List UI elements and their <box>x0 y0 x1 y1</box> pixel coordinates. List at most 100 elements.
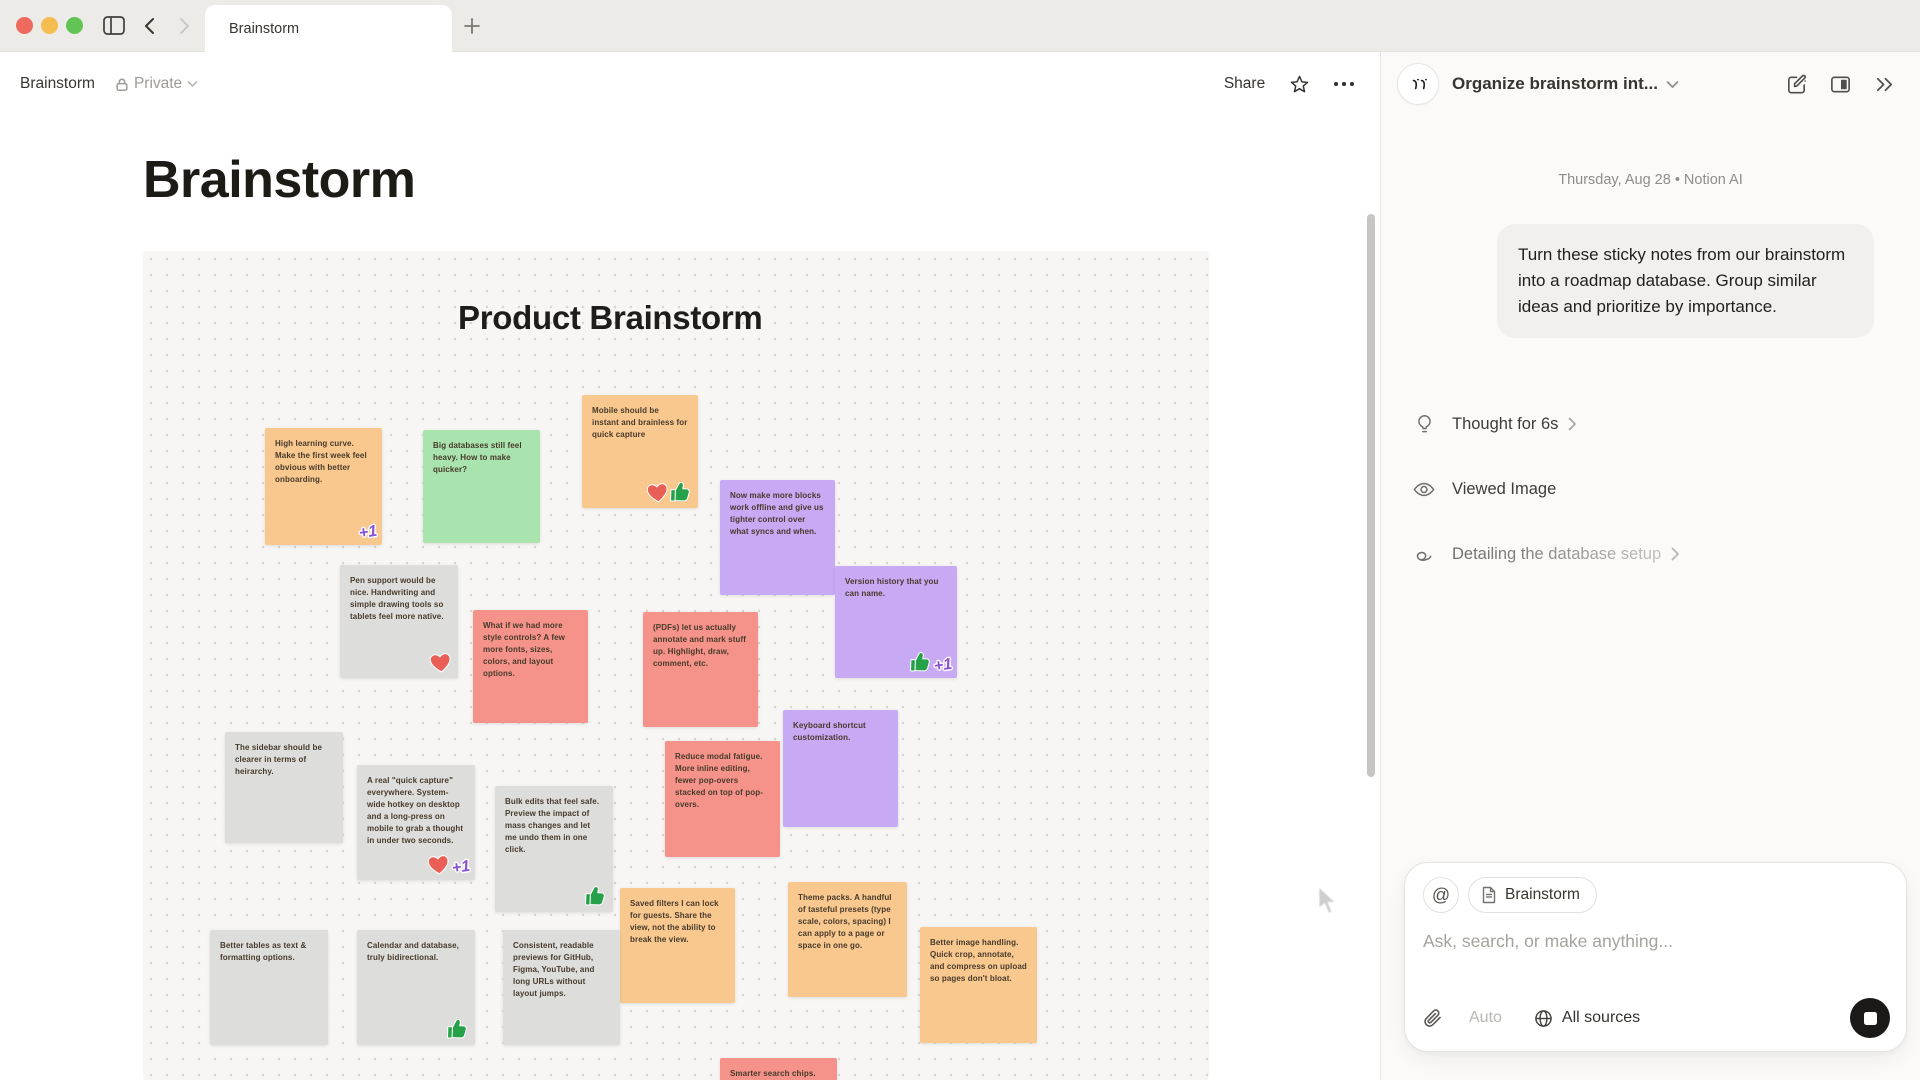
privacy-dropdown[interactable]: Private <box>115 75 198 93</box>
open-in-side-peek-icon[interactable] <box>1829 73 1852 96</box>
thumbs-up-sticker <box>906 649 933 676</box>
collapse-panel-icon[interactable] <box>1873 73 1896 96</box>
sticky-note-text: High learning curve. Make the first week… <box>275 438 372 486</box>
status-viewed-image: Viewed Image <box>1413 467 1883 511</box>
mention-button[interactable]: @ <box>1423 877 1459 913</box>
sticky-note: Reduce modal fatigue. More inline editin… <box>665 741 780 857</box>
context-chip-label: Brainstorm <box>1505 886 1580 904</box>
favorite-star-icon[interactable] <box>1289 74 1310 95</box>
sticky-note-text: Smarter search chips. <box>730 1068 827 1080</box>
sticky-note: Better image handling. Quick crop, annot… <box>920 927 1037 1043</box>
sources-label: All sources <box>1562 1009 1640 1027</box>
chevron-down-icon <box>1666 80 1679 89</box>
eye-icon <box>1413 481 1435 498</box>
chat-date-line: Thursday, Aug 28•Notion AI <box>1381 172 1920 188</box>
chevron-down-icon <box>187 80 198 88</box>
breadcrumb[interactable]: Brainstorm <box>20 75 95 93</box>
sources-selector[interactable]: All sources <box>1534 1009 1640 1028</box>
chevron-right-icon <box>1568 417 1577 431</box>
sticky-note-text: Pen support would be nice. Handwriting a… <box>350 575 448 623</box>
back-icon[interactable] <box>133 9 167 43</box>
sticky-note-text: Reduce modal fatigue. More inline editin… <box>675 751 770 811</box>
notion-ai-panel: Organize brainstorm int... Thursday, Aug… <box>1381 52 1920 1080</box>
tab-label: Brainstorm <box>229 21 299 37</box>
traffic-lights <box>16 17 83 34</box>
sticker-group: +1 <box>358 524 377 542</box>
status-label: Viewed Image <box>1452 480 1556 499</box>
status-detailing[interactable]: Detailing the database setup <box>1413 532 1883 576</box>
sticky-note-text: A real "quick capture" everywhere. Syste… <box>367 775 465 847</box>
sticky-note-text: Big databases still feel heavy. How to m… <box>433 440 530 476</box>
canvas-title: Product Brainstorm <box>458 299 762 337</box>
user-message-bubble: Turn these sticky notes from our brainst… <box>1497 224 1874 338</box>
whiteboard-canvas[interactable]: Product Brainstorm High learning curve. … <box>143 251 1209 1080</box>
thread-title-dropdown[interactable]: Organize brainstorm int... <box>1452 74 1679 94</box>
privacy-label: Private <box>134 75 182 93</box>
sticker-group <box>645 479 693 505</box>
mouse-cursor <box>1317 886 1341 916</box>
vertical-scrollbar[interactable] <box>1367 214 1375 777</box>
loop-icon <box>1413 546 1435 563</box>
sticky-note: (PDFs) let us actually annotate and mark… <box>643 612 758 727</box>
ai-composer[interactable]: @ Brainstorm Ask, search, or make anythi… <box>1404 862 1907 1052</box>
ai-panel-header: Organize brainstorm int... <box>1381 52 1920 116</box>
sticky-note: Version history that you can name. +1 <box>835 566 957 678</box>
plus-one-sticker: +1 <box>933 656 954 676</box>
sticky-note-text: Calendar and database, truly bidirection… <box>367 940 465 964</box>
thread-title-label: Organize brainstorm int... <box>1452 74 1658 94</box>
sticky-note: Bulk edits that feel safe. Preview the i… <box>495 786 613 912</box>
sticky-note-text: Better tables as text & formatting optio… <box>220 940 318 964</box>
more-options-icon[interactable] <box>1334 82 1354 86</box>
sticker-group <box>447 1016 470 1042</box>
new-chat-icon[interactable] <box>1785 73 1808 96</box>
sticky-note-text: Bulk edits that feel safe. Preview the i… <box>505 796 603 856</box>
forward-icon[interactable] <box>167 9 201 43</box>
context-chip-brainstorm[interactable]: Brainstorm <box>1468 877 1597 913</box>
sticky-note: Keyboard shortcut customization. <box>783 710 898 827</box>
sticky-note-text: Theme packs. A handful of tasteful prese… <box>798 892 897 952</box>
sticky-note-text: (PDFs) let us actually annotate and mark… <box>653 622 748 670</box>
plus-one-sticker: +1 <box>451 858 472 878</box>
minimize-window-button[interactable] <box>41 17 58 34</box>
chevron-right-icon <box>1671 547 1680 561</box>
attachment-icon[interactable] <box>1423 1008 1443 1029</box>
lightbulb-icon <box>1413 414 1435 435</box>
stop-button[interactable] <box>1850 998 1890 1038</box>
lock-icon <box>115 77 129 92</box>
zoom-window-button[interactable] <box>66 17 83 34</box>
sticky-note: Better tables as text & formatting optio… <box>210 930 328 1045</box>
ai-status-list: Thought for 6s Viewed Image Detailing <box>1413 402 1883 576</box>
sticky-note: What if we had more style controls? A fe… <box>473 610 588 723</box>
sticky-note-text: The sidebar should be clearer in terms o… <box>235 742 333 778</box>
sticker-group: +1 <box>426 852 470 877</box>
status-label: Thought for 6s <box>1452 415 1558 434</box>
sticky-note: Smarter search chips. <box>720 1058 837 1080</box>
stop-square-icon <box>1864 1012 1877 1025</box>
main-content: Brainstorm Private Share Brainstorm Prod… <box>0 52 1380 1080</box>
sticky-note-text: Consistent, readable previews for GitHub… <box>513 940 610 1000</box>
close-window-button[interactable] <box>16 17 33 34</box>
plus-one-sticker: +1 <box>358 523 379 543</box>
sticky-note: Calendar and database, truly bidirection… <box>357 930 475 1045</box>
page-icon <box>1481 886 1497 904</box>
mode-selector[interactable]: Auto <box>1469 1009 1502 1027</box>
sticky-note: Now make more blocks work offline and gi… <box>720 480 835 595</box>
sidebar-toggle-icon[interactable] <box>97 9 131 43</box>
thumbs-up-sticker <box>444 1016 471 1043</box>
status-label: Detailing the database setup <box>1452 545 1661 564</box>
tab-brainstorm[interactable]: Brainstorm <box>205 5 452 52</box>
status-thought[interactable]: Thought for 6s <box>1413 402 1883 446</box>
sticky-note-text: Saved filters I can lock for guests. Sha… <box>630 898 725 946</box>
page-title[interactable]: Brainstorm <box>143 150 415 210</box>
heart-sticker <box>425 851 452 878</box>
notion-ai-face-icon <box>1397 63 1439 105</box>
sticker-group <box>428 650 453 675</box>
sticky-note-text: Mobile should be instant and brainless f… <box>592 405 688 441</box>
sticky-note: Theme packs. A handful of tasteful prese… <box>788 882 907 997</box>
sticky-note-text: Keyboard shortcut customization. <box>793 720 888 744</box>
composer-input[interactable]: Ask, search, or make anything... <box>1423 931 1888 952</box>
sticky-note: Big databases still feel heavy. How to m… <box>423 430 540 543</box>
share-button[interactable]: Share <box>1224 75 1265 93</box>
new-tab-button[interactable] <box>455 9 489 43</box>
sticky-note-text: Version history that you can name. <box>845 576 947 600</box>
